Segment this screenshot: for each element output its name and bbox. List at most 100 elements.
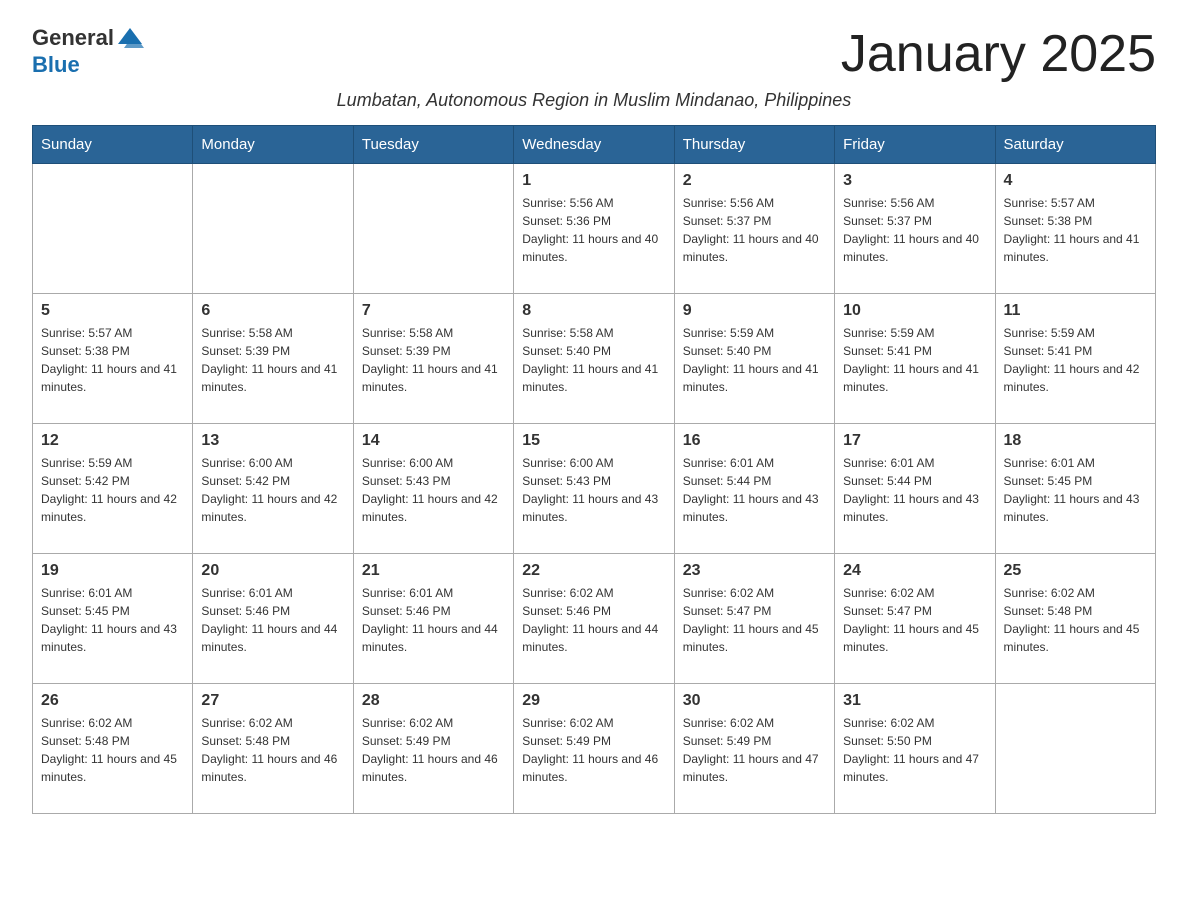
day-info: Sunrise: 6:00 AM Sunset: 5:42 PM Dayligh…: [201, 454, 344, 526]
day-info: Sunrise: 5:59 AM Sunset: 5:40 PM Dayligh…: [683, 324, 826, 396]
page-header: General Blue January 2025: [32, 24, 1156, 84]
calendar-cell: 15Sunrise: 6:00 AM Sunset: 5:43 PM Dayli…: [514, 424, 674, 554]
day-info: Sunrise: 6:02 AM Sunset: 5:49 PM Dayligh…: [522, 714, 665, 786]
day-info: Sunrise: 6:02 AM Sunset: 5:47 PM Dayligh…: [843, 584, 986, 656]
calendar-cell: 26 Sunrise: 6:02 AM Sunset: 5:48 PM Dayli…: [33, 684, 193, 814]
calendar-cell: 18Sunrise: 6:01 AM Sunset: 5:45 PM Dayli…: [995, 424, 1155, 554]
day-number: 13: [201, 432, 344, 450]
calendar-cell: 11 Sunrise: 5:59 AM Sunset: 5:41 PM Dayli…: [995, 294, 1155, 424]
month-title: January 2025: [841, 24, 1156, 84]
day-info: Sunrise: 5:57 AM Sunset: 5:38 PM Dayligh…: [41, 324, 184, 396]
calendar-cell: 7Sunrise: 5:58 AM Sunset: 5:39 PM Daylig…: [353, 294, 513, 424]
day-info: Sunrise: 5:56 AM Sunset: 5:37 PM Dayligh…: [683, 194, 826, 266]
day-info: Sunrise: 6:01 AM Sunset: 5:46 PM Dayligh…: [201, 584, 344, 656]
day-info: Sunrise: 5:59 AM Sunset: 5:42 PM Dayligh…: [41, 454, 184, 526]
day-info: Sunrise: 6:02 AM Sunset: 5:46 PM Dayligh…: [522, 584, 665, 656]
logo-general-text: General: [32, 25, 114, 51]
day-number: 8: [522, 302, 665, 320]
weekday-header-thursday: Thursday: [674, 126, 834, 164]
calendar-cell: [995, 684, 1155, 814]
day-number: 10: [843, 302, 986, 320]
calendar-cell: 17 Sunrise: 6:01 AM Sunset: 5:44 PM Dayli…: [835, 424, 995, 554]
day-number: 7: [362, 302, 505, 320]
calendar-cell: 10Sunrise: 5:59 AM Sunset: 5:41 PM Dayli…: [835, 294, 995, 424]
calendar-cell: 25Sunrise: 6:02 AM Sunset: 5:48 PM Dayli…: [995, 554, 1155, 684]
day-number: 15: [522, 432, 665, 450]
weekday-header-monday: Monday: [193, 126, 353, 164]
calendar-week-5: 26 Sunrise: 6:02 AM Sunset: 5:48 PM Dayli…: [33, 684, 1156, 814]
calendar-cell: 24 Sunrise: 6:02 AM Sunset: 5:47 PM Dayli…: [835, 554, 995, 684]
day-number: 16: [683, 432, 826, 450]
day-number: 19: [41, 562, 184, 580]
calendar-cell: 29 Sunrise: 6:02 AM Sunset: 5:49 PM Dayli…: [514, 684, 674, 814]
day-info: Sunrise: 5:56 AM Sunset: 5:37 PM Dayligh…: [843, 194, 986, 266]
day-number: 30: [683, 692, 826, 710]
logo-blue-text: Blue: [32, 52, 80, 78]
calendar-cell: 12 Sunrise: 5:59 AM Sunset: 5:42 PM Dayli…: [33, 424, 193, 554]
day-info: Sunrise: 6:02 AM Sunset: 5:49 PM Dayligh…: [362, 714, 505, 786]
day-number: 4: [1004, 172, 1147, 190]
day-info: Sunrise: 5:57 AM Sunset: 5:38 PM Dayligh…: [1004, 194, 1147, 266]
day-number: 26: [41, 692, 184, 710]
calendar-week-3: 12 Sunrise: 5:59 AM Sunset: 5:42 PM Dayli…: [33, 424, 1156, 554]
day-info: Sunrise: 5:58 AM Sunset: 5:40 PM Dayligh…: [522, 324, 665, 396]
day-info: Sunrise: 6:01 AM Sunset: 5:44 PM Dayligh…: [843, 454, 986, 526]
day-number: 24: [843, 562, 986, 580]
weekday-header-tuesday: Tuesday: [353, 126, 513, 164]
logo-icon: [116, 24, 144, 52]
calendar-cell: 22 Sunrise: 6:02 AM Sunset: 5:46 PM Dayli…: [514, 554, 674, 684]
day-number: 28: [362, 692, 505, 710]
weekday-header-friday: Friday: [835, 126, 995, 164]
calendar-week-2: 5 Sunrise: 5:57 AM Sunset: 5:38 PM Daylig…: [33, 294, 1156, 424]
subtitle: Lumbatan, Autonomous Region in Muslim Mi…: [32, 90, 1156, 111]
day-number: 17: [843, 432, 986, 450]
calendar-cell: [353, 164, 513, 294]
day-number: 3: [843, 172, 986, 190]
day-number: 9: [683, 302, 826, 320]
day-number: 2: [683, 172, 826, 190]
calendar-week-4: 19 Sunrise: 6:01 AM Sunset: 5:45 PM Dayli…: [33, 554, 1156, 684]
calendar-cell: 31 Sunrise: 6:02 AM Sunset: 5:50 PM Dayli…: [835, 684, 995, 814]
calendar-table: SundayMondayTuesdayWednesdayThursdayFrid…: [32, 125, 1156, 814]
day-info: Sunrise: 6:01 AM Sunset: 5:45 PM Dayligh…: [41, 584, 184, 656]
day-info: Sunrise: 5:59 AM Sunset: 5:41 PM Dayligh…: [1004, 324, 1147, 396]
weekday-header-row: SundayMondayTuesdayWednesdayThursdayFrid…: [33, 126, 1156, 164]
day-info: Sunrise: 6:01 AM Sunset: 5:44 PM Dayligh…: [683, 454, 826, 526]
calendar-cell: [33, 164, 193, 294]
day-number: 14: [362, 432, 505, 450]
calendar-cell: 9 Sunrise: 5:59 AM Sunset: 5:40 PM Daylig…: [674, 294, 834, 424]
day-number: 11: [1004, 302, 1147, 320]
calendar-cell: 1Sunrise: 5:56 AM Sunset: 5:36 PM Daylig…: [514, 164, 674, 294]
day-number: 29: [522, 692, 665, 710]
day-info: Sunrise: 5:56 AM Sunset: 5:36 PM Dayligh…: [522, 194, 665, 266]
calendar-cell: 8 Sunrise: 5:58 AM Sunset: 5:40 PM Daylig…: [514, 294, 674, 424]
day-number: 6: [201, 302, 344, 320]
day-number: 12: [41, 432, 184, 450]
day-number: 31: [843, 692, 986, 710]
calendar-cell: 19 Sunrise: 6:01 AM Sunset: 5:45 PM Dayli…: [33, 554, 193, 684]
calendar-cell: [193, 164, 353, 294]
weekday-header-saturday: Saturday: [995, 126, 1155, 164]
day-number: 18: [1004, 432, 1147, 450]
calendar-cell: 28 Sunrise: 6:02 AM Sunset: 5:49 PM Dayli…: [353, 684, 513, 814]
day-info: Sunrise: 6:02 AM Sunset: 5:48 PM Dayligh…: [41, 714, 184, 786]
day-number: 22: [522, 562, 665, 580]
day-number: 5: [41, 302, 184, 320]
calendar-cell: 6Sunrise: 5:58 AM Sunset: 5:39 PM Daylig…: [193, 294, 353, 424]
day-number: 23: [683, 562, 826, 580]
calendar-header: SundayMondayTuesdayWednesdayThursdayFrid…: [33, 126, 1156, 164]
day-info: Sunrise: 6:02 AM Sunset: 5:47 PM Dayligh…: [683, 584, 826, 656]
calendar-body: 1Sunrise: 5:56 AM Sunset: 5:36 PM Daylig…: [33, 164, 1156, 814]
calendar-cell: 13 Sunrise: 6:00 AM Sunset: 5:42 PM Dayli…: [193, 424, 353, 554]
day-info: Sunrise: 6:02 AM Sunset: 5:48 PM Dayligh…: [1004, 584, 1147, 656]
calendar-cell: 30Sunrise: 6:02 AM Sunset: 5:49 PM Dayli…: [674, 684, 834, 814]
day-number: 27: [201, 692, 344, 710]
day-info: Sunrise: 6:01 AM Sunset: 5:46 PM Dayligh…: [362, 584, 505, 656]
calendar-cell: 2 Sunrise: 5:56 AM Sunset: 5:37 PM Daylig…: [674, 164, 834, 294]
weekday-header-wednesday: Wednesday: [514, 126, 674, 164]
day-number: 20: [201, 562, 344, 580]
day-info: Sunrise: 6:02 AM Sunset: 5:50 PM Dayligh…: [843, 714, 986, 786]
day-info: Sunrise: 6:02 AM Sunset: 5:48 PM Dayligh…: [201, 714, 344, 786]
calendar-cell: 20 Sunrise: 6:01 AM Sunset: 5:46 PM Dayli…: [193, 554, 353, 684]
calendar-cell: 4 Sunrise: 5:57 AM Sunset: 5:38 PM Daylig…: [995, 164, 1155, 294]
